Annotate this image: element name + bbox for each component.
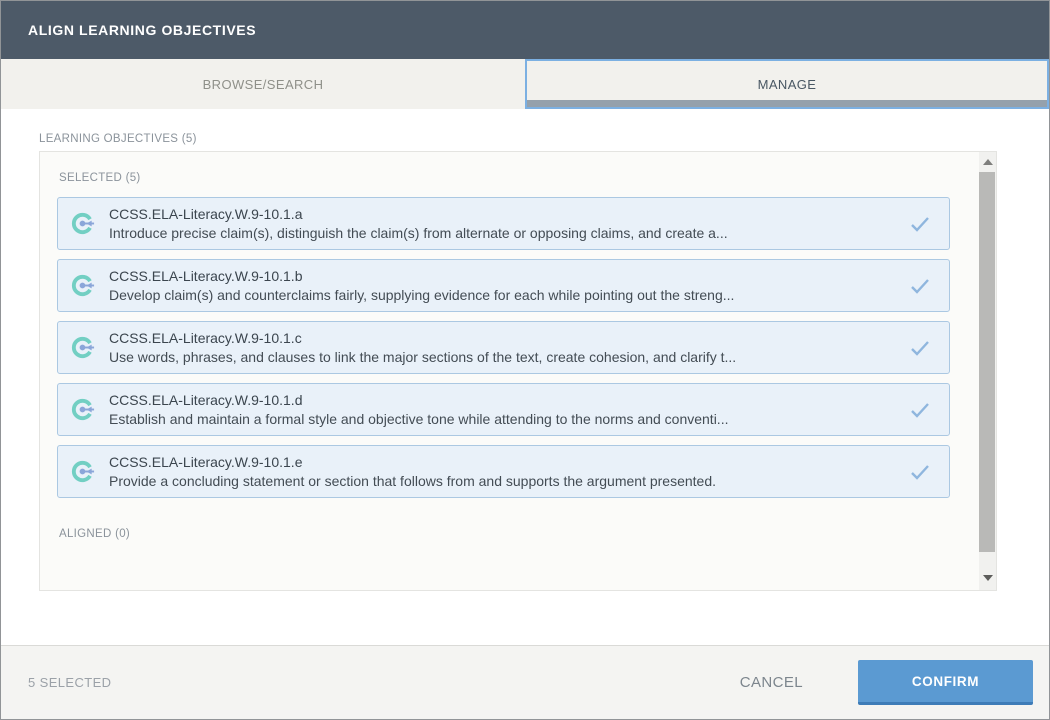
objective-row[interactable]: CCSS.ELA-Literacy.W.9-10.1.a Introduce p… xyxy=(57,197,950,250)
confirm-button[interactable]: CONFIRM xyxy=(858,660,1033,705)
tab-manage[interactable]: MANAGE xyxy=(525,59,1049,109)
objective-row[interactable]: CCSS.ELA-Literacy.W.9-10.1.e Provide a c… xyxy=(57,445,950,498)
objective-description: Develop claim(s) and counterclaims fairl… xyxy=(109,286,900,305)
objective-text: CCSS.ELA-Literacy.W.9-10.1.e Provide a c… xyxy=(109,453,900,491)
dialog-header: ALIGN LEARNING OBJECTIVES xyxy=(1,1,1049,59)
aligned-section-label: ALIGNED (0) xyxy=(59,528,979,540)
target-alignment-icon xyxy=(69,272,96,299)
objective-description: Establish and maintain a formal style an… xyxy=(109,410,900,429)
scroll-up-button[interactable] xyxy=(979,153,996,171)
selected-count-label: 5 SELECTED xyxy=(28,675,111,690)
selected-section-label: SELECTED (5) xyxy=(59,172,979,184)
tab-browse-search[interactable]: BROWSE/SEARCH xyxy=(1,59,525,109)
objective-code: CCSS.ELA-Literacy.W.9-10.1.b xyxy=(109,267,900,286)
objective-text: CCSS.ELA-Literacy.W.9-10.1.a Introduce p… xyxy=(109,205,900,243)
target-alignment-icon xyxy=(69,210,96,237)
checkmark-icon xyxy=(910,340,930,356)
objective-description: Use words, phrases, and clauses to link … xyxy=(109,348,900,367)
checkmark-icon xyxy=(910,464,930,480)
objective-code: CCSS.ELA-Literacy.W.9-10.1.c xyxy=(109,329,900,348)
objectives-panel: SELECTED (5) CCSS.ELA-Literacy.W.9-10.1.… xyxy=(39,151,997,591)
objective-text: CCSS.ELA-Literacy.W.9-10.1.c Use words, … xyxy=(109,329,900,367)
align-learning-objectives-dialog: ALIGN LEARNING OBJECTIVES BROWSE/SEARCH … xyxy=(0,0,1050,720)
objective-code: CCSS.ELA-Literacy.W.9-10.1.d xyxy=(109,391,900,410)
tab-manage-label: MANAGE xyxy=(758,77,817,92)
tab-bar: BROWSE/SEARCH MANAGE xyxy=(1,59,1049,109)
scroll-down-button[interactable] xyxy=(979,569,996,587)
scrollbar-thumb[interactable] xyxy=(979,172,995,552)
panel-scrollbar[interactable] xyxy=(979,152,996,590)
target-alignment-icon xyxy=(69,396,96,423)
target-alignment-icon xyxy=(69,334,96,361)
objective-text: CCSS.ELA-Literacy.W.9-10.1.b Develop cla… xyxy=(109,267,900,305)
objective-row[interactable]: CCSS.ELA-Literacy.W.9-10.1.d Establish a… xyxy=(57,383,950,436)
learning-objectives-count-label: LEARNING OBJECTIVES (5) xyxy=(39,133,197,145)
objective-row[interactable]: CCSS.ELA-Literacy.W.9-10.1.c Use words, … xyxy=(57,321,950,374)
checkmark-icon xyxy=(910,216,930,232)
objective-description: Introduce precise claim(s), distinguish … xyxy=(109,224,900,243)
objective-text: CCSS.ELA-Literacy.W.9-10.1.d Establish a… xyxy=(109,391,900,429)
checkmark-icon xyxy=(910,278,930,294)
active-tab-indicator xyxy=(527,100,1047,107)
objective-code: CCSS.ELA-Literacy.W.9-10.1.e xyxy=(109,453,900,472)
objective-row[interactable]: CCSS.ELA-Literacy.W.9-10.1.b Develop cla… xyxy=(57,259,950,312)
selected-objectives-list: CCSS.ELA-Literacy.W.9-10.1.a Introduce p… xyxy=(57,197,979,498)
dialog-footer: 5 SELECTED CANCEL CONFIRM xyxy=(1,645,1049,719)
scroll-down-arrow-icon xyxy=(983,575,993,581)
objective-code: CCSS.ELA-Literacy.W.9-10.1.a xyxy=(109,205,900,224)
dialog-title: ALIGN LEARNING OBJECTIVES xyxy=(28,22,256,38)
target-alignment-icon xyxy=(69,458,96,485)
objectives-panel-content: SELECTED (5) CCSS.ELA-Literacy.W.9-10.1.… xyxy=(40,152,979,590)
objective-description: Provide a concluding statement or sectio… xyxy=(109,472,900,491)
tab-browse-search-label: BROWSE/SEARCH xyxy=(203,77,324,92)
checkmark-icon xyxy=(910,402,930,418)
cancel-button[interactable]: CANCEL xyxy=(740,674,803,691)
dialog-body: LEARNING OBJECTIVES (5) SELECTED (5) CCS… xyxy=(1,109,1049,645)
scroll-up-arrow-icon xyxy=(983,159,993,165)
